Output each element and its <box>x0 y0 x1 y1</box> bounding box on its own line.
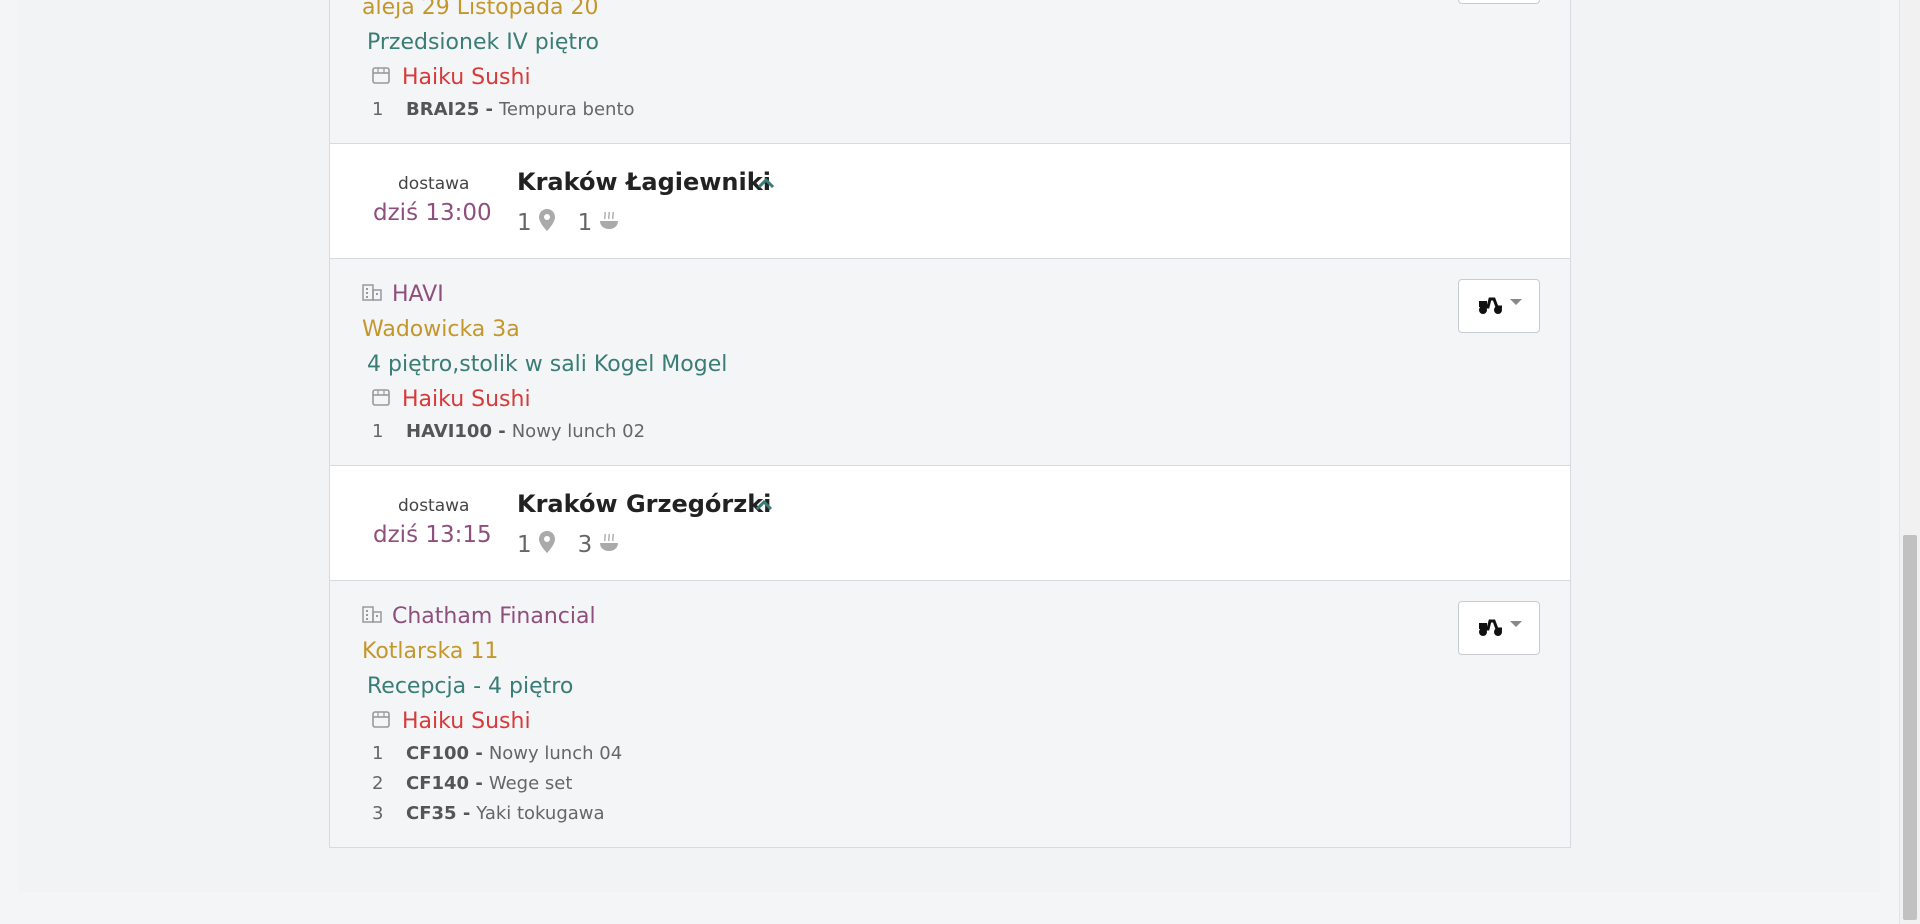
restaurant-name: Haiku Sushi <box>402 387 531 412</box>
item-number: 2 <box>372 773 384 794</box>
delivery-type: dostawa <box>398 496 470 516</box>
meal-bowl-icon <box>598 531 620 559</box>
delivery-time: dziś 13:00 <box>373 200 492 226</box>
building-icon <box>362 282 382 307</box>
order-card: HAVI Wadowicka 3a 4 piętro,stolik w sali… <box>330 259 1570 466</box>
order-item: 1 BRAI25 - Tempura bento <box>372 95 1570 125</box>
order-restaurant: Haiku Sushi <box>362 60 1570 95</box>
item-number: 1 <box>372 421 384 442</box>
item-number: 1 <box>372 743 384 764</box>
chevron-up-icon[interactable] <box>753 494 775 516</box>
chevron-up-icon[interactable] <box>755 172 777 194</box>
order-street: Kotlarska 11 <box>362 639 499 664</box>
item-number: 3 <box>372 803 384 824</box>
delivery-group-header[interactable]: dostawa dziś 13:15 Kraków Grzegórzki 1 3 <box>330 466 1570 581</box>
locations-count: 1 <box>517 532 532 558</box>
order-restaurant: Haiku Sushi <box>362 382 1570 417</box>
order-company: HAVI <box>362 277 1570 312</box>
order-location: Recepcja - 4 piętro <box>367 674 574 699</box>
order-location: 4 piętro,stolik w sali Kogel Mogel <box>367 352 728 377</box>
restaurant-name: Haiku Sushi <box>402 65 531 90</box>
order-item: 2 CF140 - Wege set <box>372 769 1570 799</box>
item-code: CF100 - <box>406 743 483 764</box>
order-items: 1 BRAI25 - Tempura bento <box>362 95 1570 143</box>
item-number: 1 <box>372 99 384 120</box>
vertical-scrollbar[interactable] <box>1899 0 1920 924</box>
delivery-list: aleja 29 Listopada 20 Przedsionek IV pię… <box>329 0 1571 848</box>
caret-down-icon <box>1510 299 1522 305</box>
order-items: 1 CF100 - Nowy lunch 04 2 CF140 - Wege s… <box>362 739 1570 847</box>
meals-count: 3 <box>577 532 593 558</box>
order-location: Przedsionek IV piętro <box>367 30 600 55</box>
order-restaurant: Haiku Sushi <box>362 704 1570 739</box>
building-icon <box>362 604 382 629</box>
order-items: 1 HAVI100 - Nowy lunch 02 <box>362 417 1570 465</box>
item-name: Nowy lunch 02 <box>511 421 646 442</box>
order-street: Wadowicka 3a <box>362 317 520 342</box>
order-item: 1 CF100 - Nowy lunch 04 <box>372 739 1570 769</box>
group-stats: 1 1 <box>517 208 620 238</box>
delivery-time: dziś 13:15 <box>373 522 492 548</box>
scooter-icon <box>1476 615 1504 641</box>
order-item: 1 HAVI100 - Nowy lunch 02 <box>372 417 1570 447</box>
scooter-icon <box>1476 293 1504 319</box>
scrollbar-thumb[interactable] <box>1903 535 1917 920</box>
delivery-area: Kraków Grzegórzki <box>517 490 772 518</box>
company-name: HAVI <box>392 282 444 307</box>
group-stats: 1 3 <box>517 530 620 560</box>
caret-down-icon <box>1510 621 1522 627</box>
order-company: Chatham Financial <box>362 599 1570 634</box>
company-name: Chatham Financial <box>392 604 596 629</box>
locations-count: 1 <box>517 210 532 236</box>
delivery-group-header[interactable]: dostawa dziś 13:00 Kraków Łagiewniki 1 1 <box>330 144 1570 259</box>
restaurant-name: Haiku Sushi <box>402 709 531 734</box>
item-name: Tempura bento <box>499 99 635 120</box>
order-card: aleja 29 Listopada 20 Przedsionek IV pię… <box>330 0 1570 144</box>
store-icon <box>372 65 390 90</box>
item-name: Wege set <box>488 773 573 794</box>
assign-courier-dropdown[interactable] <box>1458 601 1540 655</box>
delivery-area: Kraków Łagiewniki <box>517 168 771 196</box>
location-pin-icon <box>538 530 556 560</box>
item-name: Nowy lunch 04 <box>488 743 623 764</box>
item-code: CF140 - <box>406 773 483 794</box>
meal-bowl-icon <box>598 209 620 237</box>
item-code: BRAI25 - <box>406 99 493 120</box>
order-card: Chatham Financial Kotlarska 11 Recepcja … <box>330 581 1570 847</box>
store-icon <box>372 387 390 412</box>
order-street: aleja 29 Listopada 20 <box>362 0 599 20</box>
item-code: CF35 - <box>406 803 471 824</box>
assign-courier-dropdown[interactable] <box>1458 279 1540 333</box>
item-name: Yaki tokugawa <box>476 803 605 824</box>
assign-courier-dropdown[interactable] <box>1458 0 1540 4</box>
store-icon <box>372 709 390 734</box>
order-item: 3 CF35 - Yaki tokugawa <box>372 799 1570 829</box>
location-pin-icon <box>538 208 556 238</box>
item-code: HAVI100 - <box>406 421 506 442</box>
meals-count: 1 <box>577 210 593 236</box>
delivery-type: dostawa <box>398 174 470 194</box>
